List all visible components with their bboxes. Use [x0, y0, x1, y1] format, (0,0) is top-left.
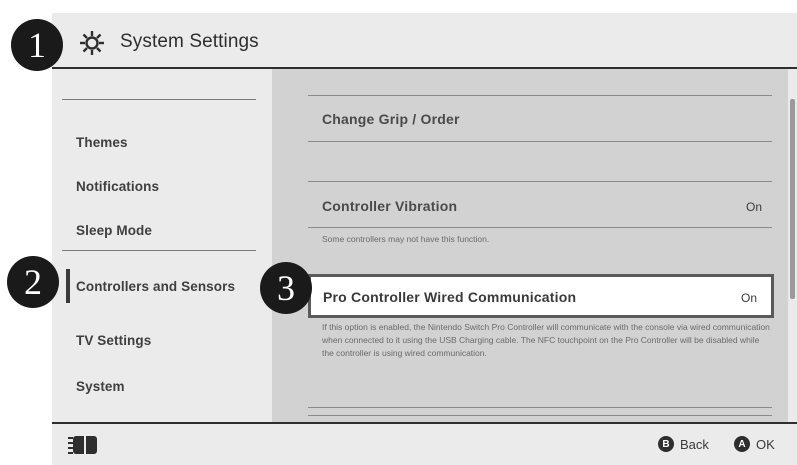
sidebar: Themes Notifications Sleep Mode Controll…: [52, 69, 272, 422]
a-button-icon: A: [734, 436, 750, 452]
callout-badge-2: 2: [7, 256, 59, 308]
sidebar-divider: [62, 250, 256, 251]
settings-panel: Change Grip / Order Controller Vibration…: [272, 69, 788, 422]
back-button[interactable]: B Back: [658, 435, 709, 453]
scrollbar-thumb[interactable]: [790, 99, 795, 299]
row-divider: [308, 415, 772, 416]
controller-vibration-value: On: [745, 200, 762, 214]
sidebar-item-sleep-mode[interactable]: Sleep Mode: [76, 223, 152, 238]
joy-con-icon: [68, 436, 97, 454]
ok-button[interactable]: A OK: [734, 435, 775, 453]
settings-screen: System Settings Themes Notifications Sle…: [52, 13, 797, 465]
pro-controller-wired-communication-option[interactable]: Pro Controller Wired Communication On: [308, 274, 774, 318]
row-divider: [308, 141, 772, 142]
sidebar-item-system[interactable]: System: [76, 379, 125, 394]
selection-marker: [66, 269, 70, 303]
gear-icon: [80, 31, 104, 55]
ok-label: OK: [756, 436, 775, 452]
controller-vibration-description: Some controllers may not have this funct…: [322, 234, 490, 244]
sidebar-item-tv-settings[interactable]: TV Settings: [76, 333, 151, 348]
change-grip-order-option[interactable]: Change Grip / Order: [322, 111, 460, 127]
row-divider: [308, 407, 772, 408]
sidebar-divider: [62, 99, 256, 100]
b-button-icon: B: [658, 436, 674, 452]
back-label: Back: [680, 436, 709, 452]
page-title: System Settings: [120, 31, 259, 52]
sidebar-item-notifications[interactable]: Notifications: [76, 179, 159, 194]
row-divider: [308, 95, 772, 96]
callout-badge-3: 3: [260, 262, 312, 314]
row-divider: [308, 227, 772, 228]
row-divider: [308, 181, 772, 182]
pro-controller-wired-communication-label: Pro Controller Wired Communication: [323, 289, 577, 305]
callout-badge-1: 1: [11, 19, 63, 71]
pro-controller-wired-communication-value: On: [740, 291, 757, 305]
scrollbar[interactable]: [788, 69, 797, 422]
controller-vibration-option[interactable]: Controller Vibration: [322, 198, 457, 214]
header-bar: System Settings: [52, 13, 797, 69]
sidebar-item-controllers-and-sensors[interactable]: Controllers and Sensors: [76, 279, 235, 294]
pro-controller-wired-communication-description: If this option is enabled, the Nintendo …: [322, 322, 770, 358]
sidebar-item-themes[interactable]: Themes: [76, 135, 128, 150]
footer-bar: B Back A OK: [52, 422, 797, 465]
